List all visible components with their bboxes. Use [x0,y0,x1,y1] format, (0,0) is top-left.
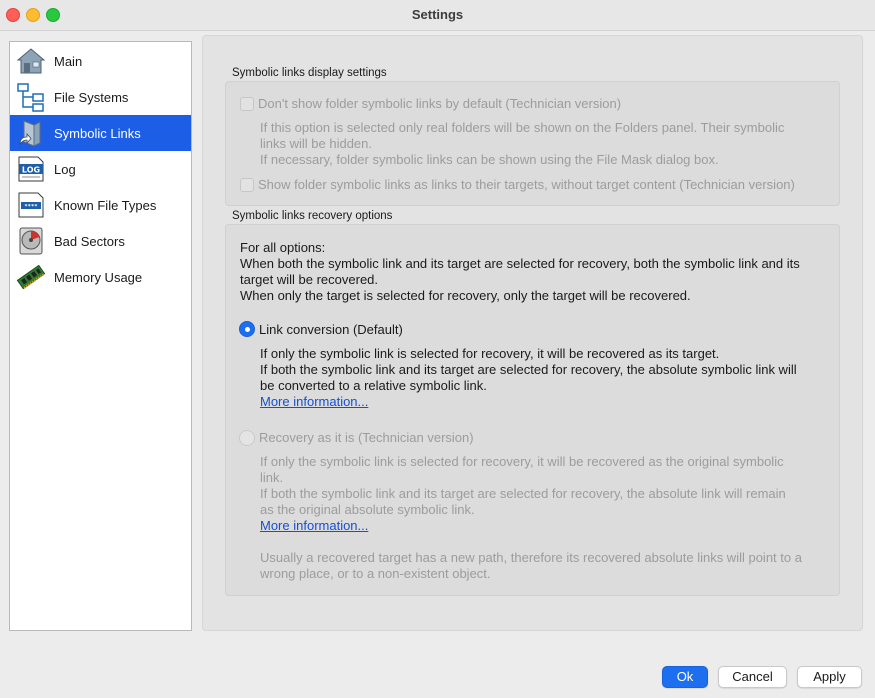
link-conversion-description: be converted to a relative symbolic link… [260,378,487,393]
link-conversion-label[interactable]: Link conversion (Default) [259,322,403,338]
recovery-options-group-title: Symbolic links recovery options [232,210,393,222]
hide-folder-symlinks-description: If this option is selected only real fol… [260,120,785,135]
sidebar-item-memory-usage[interactable]: Memory Usage [10,259,191,295]
log-icon: LOG [15,153,47,185]
memory-icon [15,261,47,293]
hide-folder-symlinks-description: If necessary, folder symbolic links can … [260,152,719,167]
link-conversion-more-info-link[interactable]: More information... [260,394,368,410]
show-symlinks-as-targets-checkbox[interactable] [240,178,254,192]
sidebar-item-label: File Systems [54,89,129,105]
link-conversion-description: If both the symbolic link and its target… [260,362,797,377]
recovery-as-is-description: link. [260,470,284,485]
settings-sidebar: Main File Systems Symbolic Links LOG Log… [9,41,192,631]
symlink-icon [15,117,47,149]
recovery-as-is-more-info-link[interactable]: More information... [260,518,368,534]
sidebar-item-label: Bad Sectors [54,233,125,249]
title-bar: Settings [0,0,875,31]
link-conversion-radio[interactable] [239,321,255,337]
tree-icon [15,81,47,113]
sidebar-item-known-file-types[interactable]: **** Known File Types [10,187,191,223]
recovery-as-is-label: Recovery as it is (Technician version) [259,430,474,445]
show-symlinks-as-targets-label: Show folder symbolic links as links to t… [258,177,795,192]
apply-button[interactable]: Apply [797,666,862,688]
recovery-intro-text: target will be recovered. [240,272,379,287]
recovery-note-text: wrong place, or to a non-existent object… [260,566,491,581]
recovery-intro-text: For all options: [240,240,326,255]
sidebar-item-log[interactable]: LOG Log [10,151,191,187]
sidebar-item-label: Memory Usage [54,269,143,285]
recovery-intro-text: When only the target is selected for rec… [240,288,691,303]
sidebar-item-label: Known File Types [54,197,157,213]
house-icon [15,45,47,77]
sidebar-item-label: Main [54,53,83,69]
filetypes-icon: **** [15,189,47,221]
svg-text:****: **** [24,204,37,210]
sidebar-item-main[interactable]: Main [10,43,191,79]
display-settings-group-title: Symbolic links display settings [232,67,387,79]
svg-text:LOG: LOG [22,166,40,175]
sidebar-item-file-systems[interactable]: File Systems [10,79,191,115]
hide-folder-symlinks-checkbox[interactable] [240,97,254,111]
disk-icon [15,225,47,257]
recovery-note-text: Usually a recovered target has a new pat… [260,550,802,565]
window-title: Settings [411,7,464,22]
sidebar-item-bad-sectors[interactable]: Bad Sectors [10,223,191,259]
cancel-button[interactable]: Cancel [718,666,787,688]
hide-folder-symlinks-description: links will be hidden. [260,136,373,151]
recovery-as-is-description: If only the symbolic link is selected fo… [260,454,784,469]
sidebar-item-label: Log [54,161,76,177]
hide-folder-symlinks-label: Don't show folder symbolic links by defa… [258,96,622,111]
recovery-as-is-description: If both the symbolic link and its target… [260,486,786,501]
settings-window: Settings Main File Systems Symbolic Link… [0,0,875,698]
recovery-as-is-description: as the original absolute symbolic link. [260,502,475,517]
sidebar-item-symbolic-links[interactable]: Symbolic Links [10,115,191,151]
recovery-as-is-radio[interactable] [239,430,255,446]
link-conversion-description: If only the symbolic link is selected fo… [260,346,720,361]
sidebar-item-label: Symbolic Links [54,125,141,141]
ok-button[interactable]: Ok [662,666,708,688]
recovery-intro-text: When both the symbolic link and its targ… [240,256,800,271]
